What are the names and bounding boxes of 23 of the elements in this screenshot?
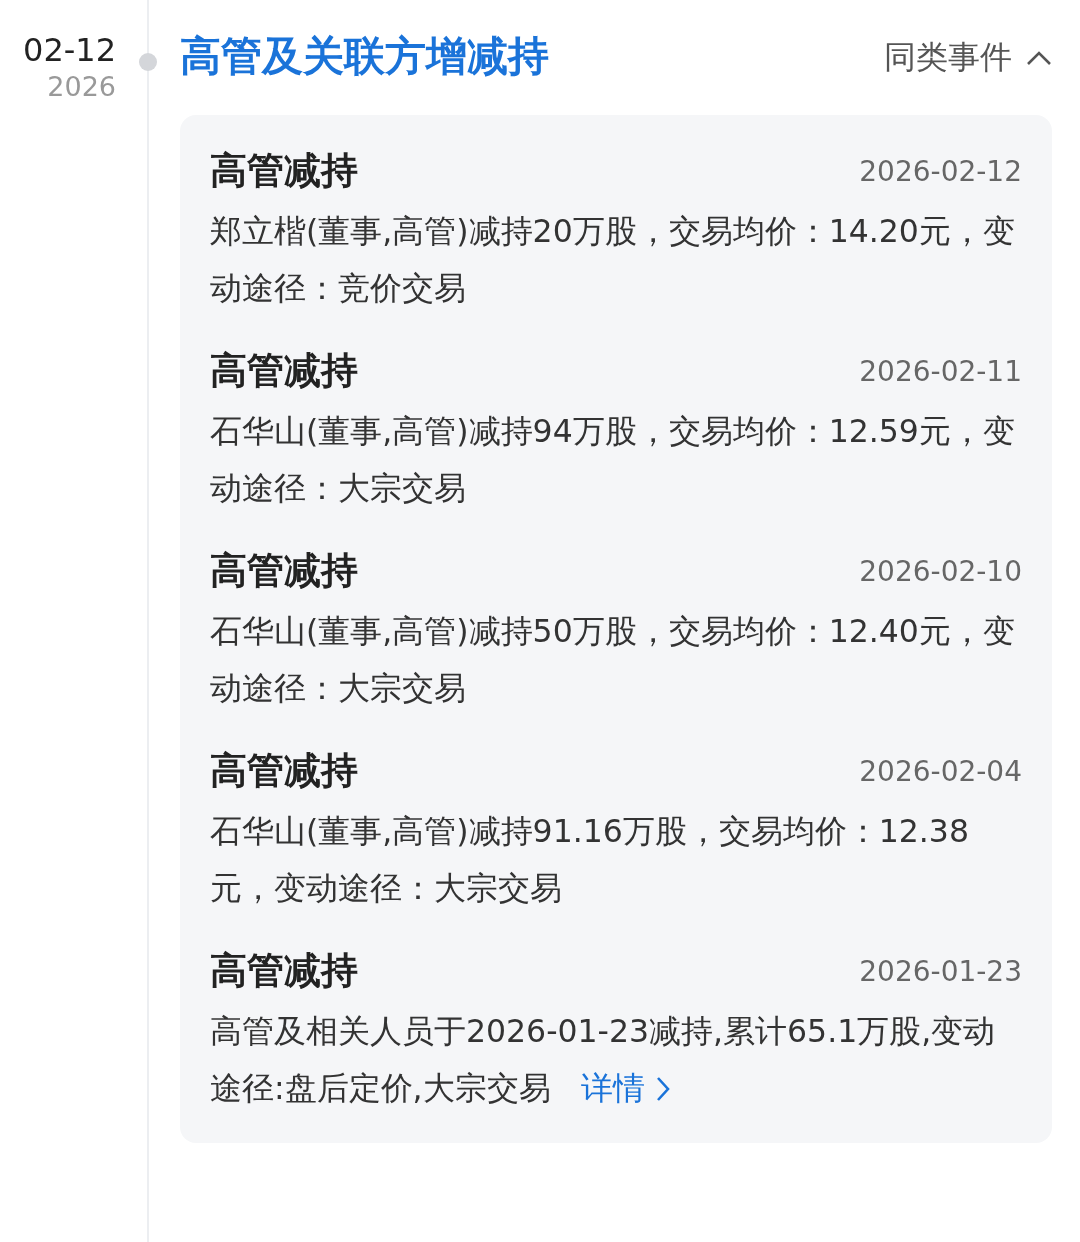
chevron-right-icon bbox=[654, 1075, 671, 1102]
same-events-toggle[interactable]: 同类事件 bbox=[884, 35, 1052, 80]
item-date: 2026-02-10 bbox=[859, 554, 1022, 588]
item-date: 2026-02-04 bbox=[859, 754, 1022, 788]
item-title: 高管减持 bbox=[210, 548, 358, 594]
timeline-dot bbox=[139, 53, 157, 71]
item-date: 2026-02-11 bbox=[859, 354, 1022, 388]
event-year: 2026 bbox=[47, 70, 116, 104]
item-title: 高管减持 bbox=[210, 748, 358, 794]
item-date: 2026-02-12 bbox=[859, 154, 1022, 188]
item-description: 石华山(董事,高管)减持91.16万股，交易均价：12.38元，变动途径：大宗交易 bbox=[210, 812, 970, 908]
item-description: 石华山(董事,高管)减持94万股，交易均价：12.59元，变动途径：大宗交易 bbox=[210, 412, 1016, 508]
details-link[interactable]: 详情 bbox=[580, 1060, 671, 1117]
item-description: 石华山(董事,高管)减持50万股，交易均价：12.40元，变动途径：大宗交易 bbox=[210, 612, 1016, 708]
item-description: 郑立楷(董事,高管)减持20万股，交易均价：14.20元，变动途径：竞价交易 bbox=[210, 212, 1016, 308]
item-title: 高管减持 bbox=[210, 148, 358, 194]
item-title: 高管减持 bbox=[210, 348, 358, 394]
item-date: 2026-01-23 bbox=[859, 954, 1022, 988]
chevron-icon bbox=[1026, 49, 1052, 66]
item-description: 高管及相关人员于2026-01-23减持,累计65.1万股,变动途径:盘后定价,大宗交易 详情 bbox=[210, 1003, 1022, 1117]
event-date: 02-12 bbox=[23, 30, 116, 70]
item-title: 高管减持 bbox=[210, 948, 358, 994]
event-title[interactable]: 高管及关联方增减持 bbox=[180, 29, 549, 84]
